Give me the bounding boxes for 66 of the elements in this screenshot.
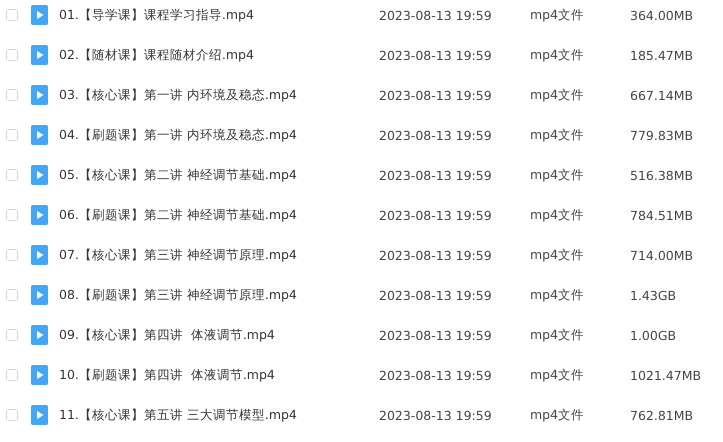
video-file-icon [31, 45, 48, 65]
video-file-icon [31, 5, 48, 25]
file-size: 779.83MB [630, 128, 694, 142]
modified-date: 2023-08-13 19:59 [379, 88, 493, 102]
modified-date: 2023-08-13 19:59 [379, 8, 493, 22]
file-name[interactable]: 08.【刷题课】第三讲 神经调节原理.mp4 [59, 286, 379, 304]
modified-date: 2023-08-13 19:59 [379, 248, 493, 262]
file-type: mp4文件 [530, 326, 586, 344]
file-type: mp4文件 [530, 406, 586, 424]
file-type: mp4文件 [530, 206, 586, 224]
modified-date: 2023-08-13 19:59 [379, 128, 493, 142]
modified-date: 2023-08-13 19:59 [379, 48, 493, 62]
file-size: 516.38MB [630, 168, 694, 182]
file-type: mp4文件 [530, 86, 586, 104]
checkbox[interactable] [6, 9, 18, 21]
file-type: mp4文件 [530, 286, 586, 304]
file-size: 185.47MB [630, 48, 694, 62]
checkbox[interactable] [6, 329, 18, 341]
modified-date: 2023-08-13 19:59 [379, 368, 493, 382]
file-name[interactable]: 04.【刷题课】第一讲 内环境及稳态.mp4 [59, 126, 379, 144]
video-file-icon [31, 285, 48, 305]
file-name[interactable]: 03.【核心课】第一讲 内环境及稳态.mp4 [59, 86, 379, 104]
checkbox[interactable] [6, 89, 18, 101]
video-file-icon [31, 325, 48, 345]
file-type: mp4文件 [530, 6, 586, 24]
modified-date: 2023-08-13 19:59 [379, 288, 493, 302]
file-size: 714.00MB [630, 248, 694, 262]
file-size: 1021.47MB [630, 368, 702, 382]
checkbox[interactable] [6, 409, 18, 421]
checkbox[interactable] [6, 369, 18, 381]
file-name[interactable]: 07.【核心课】第三讲 神经调节原理.mp4 [59, 246, 379, 264]
video-file-icon [31, 125, 48, 145]
checkbox[interactable] [6, 49, 18, 61]
file-name[interactable]: 01.【导学课】课程学习指导.mp4 [59, 6, 379, 24]
modified-date: 2023-08-13 19:59 [379, 408, 493, 422]
file-size: 364.00MB [630, 8, 694, 22]
file-size: 667.14MB [630, 88, 694, 102]
file-type: mp4文件 [530, 366, 586, 384]
file-size: 1.00GB [630, 328, 676, 342]
file-size: 1.43GB [630, 288, 676, 302]
video-file-icon [31, 165, 48, 185]
file-type: mp4文件 [530, 126, 586, 144]
file-size: 762.81MB [630, 408, 694, 422]
checkbox[interactable] [6, 289, 18, 301]
video-file-icon [31, 245, 48, 265]
file-name[interactable]: 05.【核心课】第二讲 神经调节基础.mp4 [59, 166, 379, 184]
file-type: mp4文件 [530, 246, 586, 264]
file-type: mp4文件 [530, 46, 586, 64]
checkbox[interactable] [6, 249, 18, 261]
file-name[interactable]: 11.【核心课】第五讲 三大调节模型.mp4 [59, 406, 379, 424]
checkbox[interactable] [6, 169, 18, 181]
checkbox[interactable] [6, 209, 18, 221]
modified-date: 2023-08-13 19:59 [379, 208, 493, 222]
file-name[interactable]: 09.【核心课】第四讲 体液调节.mp4 [59, 326, 379, 344]
file-size: 784.51MB [630, 208, 694, 222]
checkbox[interactable] [6, 129, 18, 141]
file-name[interactable]: 10.【刷题课】第四讲 体液调节.mp4 [59, 366, 379, 384]
file-name[interactable]: 02.【随材课】课程随材介绍.mp4 [59, 46, 379, 64]
modified-date: 2023-08-13 19:59 [379, 328, 493, 342]
video-file-icon [31, 365, 48, 385]
modified-date: 2023-08-13 19:59 [379, 168, 493, 182]
video-file-icon [31, 85, 48, 105]
file-type: mp4文件 [530, 166, 586, 184]
video-file-icon [31, 405, 48, 425]
file-name[interactable]: 06.【刷题课】第二讲 神经调节基础.mp4 [59, 206, 379, 224]
video-file-icon [31, 205, 48, 225]
